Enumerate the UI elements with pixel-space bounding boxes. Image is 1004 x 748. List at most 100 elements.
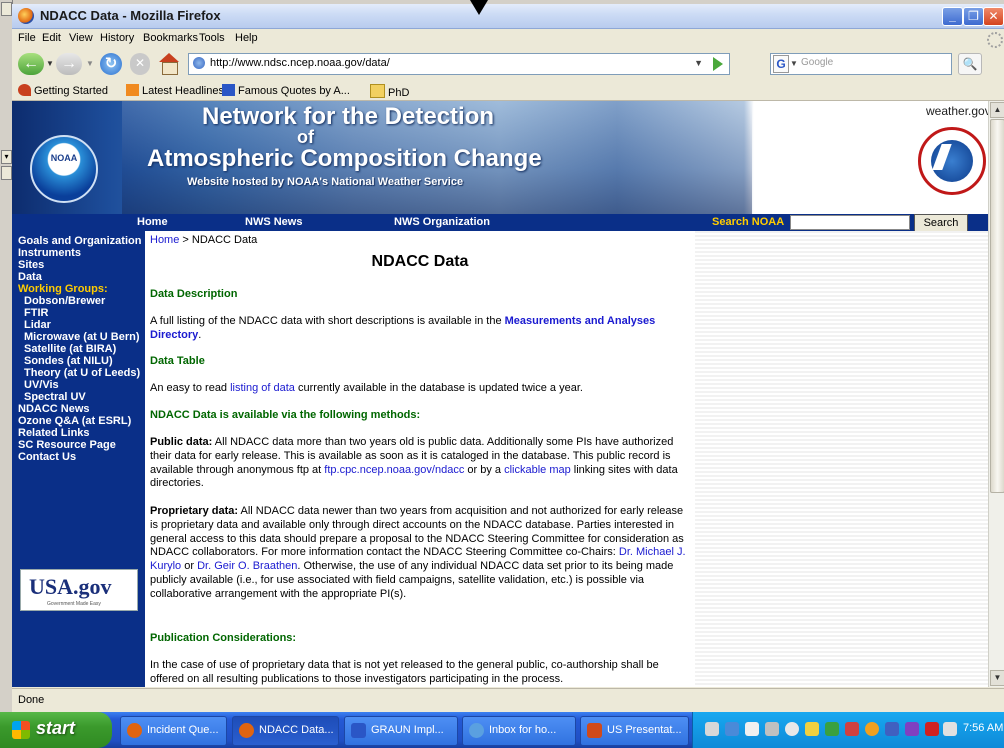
menu-history[interactable]: History [100,32,134,44]
noaa-logo[interactable]: NOAA [30,135,98,203]
menu-tools[interactable]: Tools [199,32,225,44]
noaa-search-button[interactable]: Search [914,214,968,232]
menu-view[interactable]: View [69,32,93,44]
pointer-arrow-icon [470,0,488,15]
forward-button[interactable]: → [56,53,82,75]
search-button[interactable]: 🔍 [958,53,982,75]
proprietary-data-paragraph: Proprietary data: All NDACC data newer t… [150,505,690,602]
nav-home[interactable]: Home [137,216,168,228]
engine-dropdown-icon[interactable]: ▼ [790,59,798,68]
heading-data-description: Data Description [150,288,238,300]
back-button[interactable]: ← [18,53,44,75]
breadcrumb-home[interactable]: Home [150,234,179,246]
tray-icon-9[interactable] [865,722,879,736]
bookmark-latest-headlines[interactable]: Latest Headlines [126,84,224,97]
noaa-logo-text: NOAA [50,153,78,163]
search-input[interactable]: G ▼ Google [770,53,952,75]
tray-icon-6[interactable] [805,722,819,736]
sidebar-item-microwave[interactable]: Microwave (at U Bern) [24,331,140,343]
forward-dropdown-icon[interactable]: ▼ [86,59,94,68]
sidebar-item-contact[interactable]: Contact Us [18,451,76,463]
firefox-bookmark-icon [18,84,31,96]
scroll-thumb[interactable] [990,119,1004,493]
sidebar-item-data[interactable]: Data [18,271,42,283]
braathen-link[interactable]: Dr. Geir O. Braathen [197,560,297,572]
sidebar-item-spectral-uv[interactable]: Spectral UV [24,391,86,403]
tray-icon-7[interactable] [825,722,839,736]
tray-icon-11[interactable] [905,722,919,736]
home-icon [159,53,179,62]
taskbar-label: Incident Que... [147,724,219,736]
taskbar-button-inbox[interactable]: Inbox for ho... [462,716,576,746]
usagov-logo[interactable]: USA.gov Government Made Easy [20,569,138,611]
sidebar-item-ftir[interactable]: FTIR [24,307,48,319]
listing-of-data-link[interactable]: listing of data [230,382,295,394]
tray-icon-13[interactable] [943,722,957,736]
status-text: Done [18,694,45,706]
url-bar[interactable]: http://www.ndsc.ncep.noaa.gov/data/ ▼ [188,53,730,75]
breadcrumb: Home > NDACC Data [150,234,690,248]
sidebar-item-satellite[interactable]: Satellite (at BIRA) [24,343,116,355]
sidebar-item-instruments[interactable]: Instruments [18,247,81,259]
tray-icon-12[interactable] [925,722,939,736]
menu-file[interactable]: File [18,32,36,44]
scroll-up-icon[interactable]: ▲ [990,102,1004,118]
stop-button[interactable]: ✕ [130,53,150,75]
minimize-button[interactable]: _ [942,7,963,26]
start-button[interactable]: start [0,712,112,748]
tray-icon-8[interactable] [845,722,859,736]
tray-icon-5[interactable] [785,722,799,736]
nws-logo[interactable] [918,127,986,195]
noaa-search-input[interactable] [790,215,910,230]
weather-gov-link[interactable]: weather.gov [926,104,988,118]
google-engine-icon[interactable]: G [773,55,789,73]
sidebar-item-related-links[interactable]: Related Links [18,427,90,439]
sidebar-item-dobson[interactable]: Dobson/Brewer [24,295,105,307]
sidebar-item-news[interactable]: NDACC News [18,403,90,415]
nav-nws-news[interactable]: NWS News [245,216,302,228]
taskbar-label: NDACC Data... [259,724,334,736]
bookmark-famous-quotes[interactable]: Famous Quotes by A... [222,84,350,97]
clickable-map-link[interactable]: clickable map [504,464,571,476]
bg-dropdown-icon[interactable]: ▾ [1,150,12,164]
vertical-scrollbar[interactable]: ▲ ▼ [988,101,1004,687]
tray-icon-10[interactable] [885,722,899,736]
site-identity-icon[interactable] [193,57,205,69]
sidebar-item-sc-resource[interactable]: SC Resource Page [18,439,116,451]
back-dropdown-icon[interactable]: ▼ [46,59,54,68]
ftp-link[interactable]: ftp.cpc.ncep.noaa.gov/ndacc [324,464,464,476]
menu-edit[interactable]: Edit [42,32,61,44]
tray-help-icon[interactable] [745,722,759,736]
menu-bookmarks[interactable]: Bookmarks [143,32,198,44]
bookmark-label: Getting Started [34,85,108,97]
go-icon[interactable] [713,57,723,71]
sidebar-item-uvvis[interactable]: UV/Vis [24,379,59,391]
url-text[interactable]: http://www.ndsc.ncep.noaa.gov/data/ [210,57,390,69]
close-button[interactable]: ✕ [983,7,1004,26]
taskbar-button-incident[interactable]: Incident Que... [120,716,227,746]
home-button[interactable] [158,53,180,75]
tray-icon-4[interactable] [765,722,779,736]
title-bar[interactable]: NDACC Data - Mozilla Firefox _ ❐ ✕ [12,4,1004,29]
reload-button[interactable]: ↻ [100,53,122,75]
menu-help[interactable]: Help [235,32,258,44]
bookmark-phd[interactable]: PhD [370,84,409,99]
sidebar-item-theory[interactable]: Theory (at U of Leeds) [24,367,140,379]
sidebar-item-sites[interactable]: Sites [18,259,44,271]
bookmark-getting-started[interactable]: Getting Started [18,84,108,97]
restore-button[interactable]: ❐ [963,7,984,26]
taskbar-button-ndacc[interactable]: NDACC Data... [232,716,339,746]
bg-square [1,166,12,180]
tray-icon-1[interactable] [705,722,719,736]
taskbar-button-graun[interactable]: GRAUN Impl... [344,716,458,746]
url-dropdown-icon[interactable]: ▼ [694,58,703,68]
scroll-down-icon[interactable]: ▼ [990,670,1004,686]
bg-square [1,2,12,16]
sidebar-item-ozone[interactable]: Ozone Q&A (at ESRL) [18,415,131,427]
tray-icon-2[interactable] [725,722,739,736]
sidebar-item-sondes[interactable]: Sondes (at NILU) [24,355,113,367]
sidebar-item-lidar[interactable]: Lidar [24,319,51,331]
nav-nws-organization[interactable]: NWS Organization [394,216,490,228]
taskbar-button-presentation[interactable]: US Presentat... [580,716,689,746]
sidebar-item-goals[interactable]: Goals and Organization [18,235,141,247]
